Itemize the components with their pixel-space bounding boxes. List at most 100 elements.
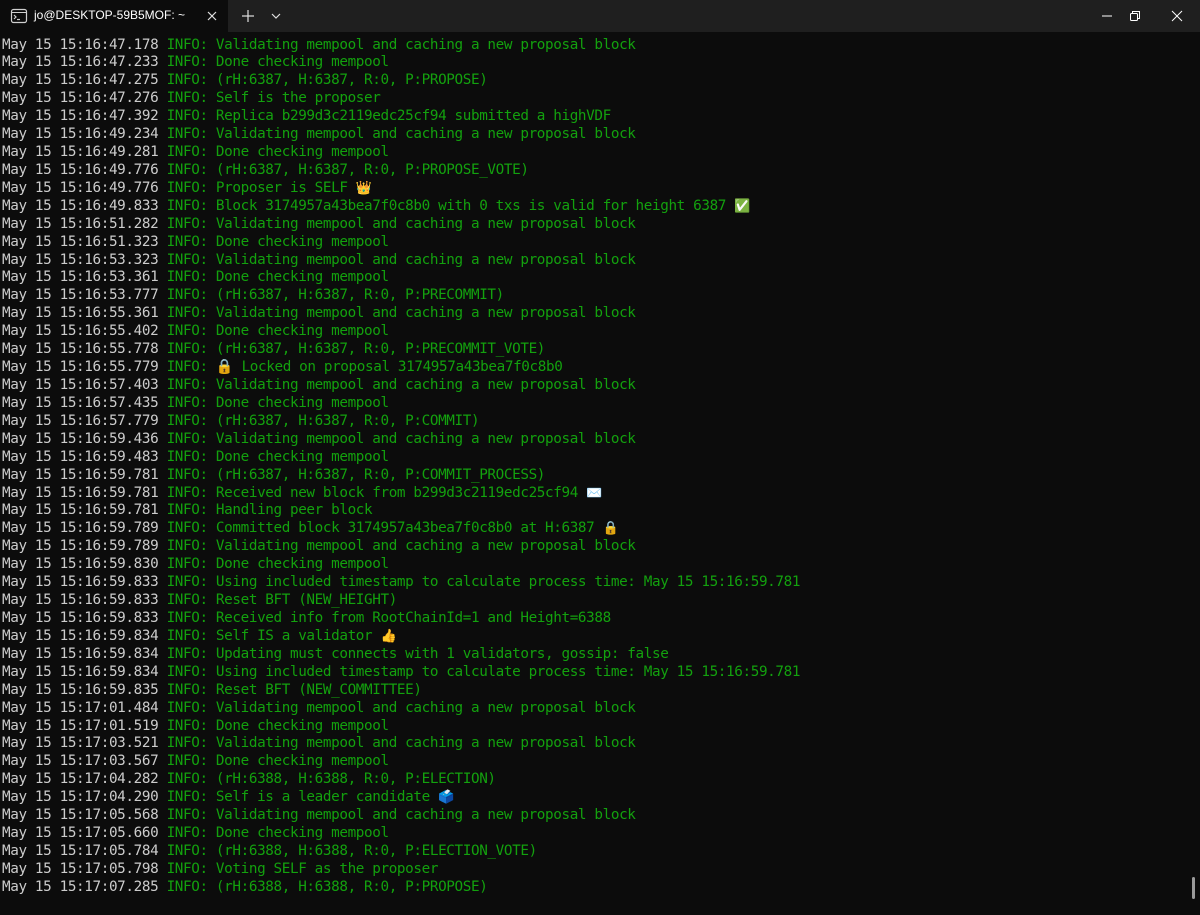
log-emoji-icon: 🔒: [602, 521, 619, 537]
log-timestamp: May 15 15:16:49.833: [2, 197, 159, 214]
log-timestamp: May 15 15:16:59.834: [2, 645, 159, 662]
log-message: INFO: Done checking mempool: [166, 233, 390, 250]
log-line: May 15 15:16:49.776 INFO: (rH:6387, H:63…: [2, 162, 1188, 180]
log-line: May 15 15:16:55.402 INFO: Done checking …: [2, 323, 1188, 341]
log-line: May 15 15:17:03.567 INFO: Done checking …: [2, 753, 1188, 771]
terminal-output[interactable]: May 15 15:16:47.178 INFO: Validating mem…: [2, 37, 1188, 897]
log-timestamp: May 15 15:16:53.361: [2, 269, 159, 286]
log-line: May 15 15:17:05.784 INFO: (rH:6388, H:63…: [2, 843, 1188, 861]
log-timestamp: May 15 15:17:05.784: [2, 842, 159, 859]
log-line: May 15 15:16:59.781 INFO: Handling peer …: [2, 502, 1188, 520]
log-timestamp: May 15 15:16:49.776: [2, 179, 159, 196]
log-message: INFO: (rH:6388, H:6388, R:0, P:ELECTION): [166, 771, 496, 788]
log-line: May 15 15:16:59.483 INFO: Done checking …: [2, 449, 1188, 467]
log-timestamp: May 15 15:16:55.361: [2, 305, 159, 322]
log-message: INFO: (rH:6387, H:6387, R:0, P:COMMIT): [166, 412, 480, 429]
log-message: INFO: (rH:6387, H:6387, R:0, P:PROPOSE): [166, 72, 488, 89]
log-timestamp: May 15 15:16:53.323: [2, 251, 159, 268]
log-timestamp: May 15 15:16:59.833: [2, 592, 159, 609]
log-message: INFO: Validating mempool and caching a n…: [166, 430, 636, 447]
log-message: INFO: Done checking mempool: [166, 717, 390, 734]
log-message: INFO: Done checking mempool: [166, 556, 390, 573]
log-message: INFO: Reset BFT (NEW_HEIGHT): [166, 592, 398, 609]
log-line: May 15 15:16:59.833 INFO: Reset BFT (NEW…: [2, 592, 1188, 610]
log-message: INFO: Validating mempool and caching a n…: [166, 36, 636, 53]
log-timestamp: May 15 15:16:47.392: [2, 108, 159, 125]
log-line: May 15 15:16:55.778 INFO: (rH:6387, H:63…: [2, 341, 1188, 359]
log-emoji-icon: ✅: [734, 198, 751, 214]
log-line: May 15 15:16:55.779 INFO: 🔒 Locked on pr…: [2, 359, 1188, 377]
log-message: INFO: Done checking mempool: [166, 269, 390, 286]
log-message: INFO: Block 3174957a43bea7f0c8b0 with 0 …: [166, 197, 735, 214]
log-message: INFO: Reset BFT (NEW_COMMITTEE): [166, 681, 422, 698]
log-line: May 15 15:17:01.519 INFO: Done checking …: [2, 718, 1188, 736]
log-message: INFO: Validating mempool and caching a n…: [166, 377, 636, 394]
log-message: INFO: Validating mempool and caching a n…: [166, 735, 636, 752]
log-line: May 15 15:16:53.323 INFO: Validating mem…: [2, 252, 1188, 270]
log-line: May 15 15:16:47.276 INFO: Self is the pr…: [2, 90, 1188, 108]
log-line: May 15 15:16:59.833 INFO: Using included…: [2, 574, 1188, 592]
log-line: May 15 15:17:04.282 INFO: (rH:6388, H:63…: [2, 771, 1188, 789]
minimize-icon: [1102, 15, 1112, 17]
log-timestamp: May 15 15:16:59.830: [2, 556, 159, 573]
log-line: May 15 15:16:49.833 INFO: Block 3174957a…: [2, 198, 1188, 216]
log-timestamp: May 15 15:17:07.285: [2, 878, 159, 895]
log-message: INFO: Self IS a validator: [166, 627, 381, 644]
log-message: INFO: Self is a leader candidate: [166, 789, 439, 806]
log-timestamp: May 15 15:17:05.660: [2, 825, 159, 842]
log-line: May 15 15:16:57.435 INFO: Done checking …: [2, 395, 1188, 413]
log-line: May 15 15:16:51.282 INFO: Validating mem…: [2, 216, 1188, 234]
log-line: May 15 15:16:55.361 INFO: Validating mem…: [2, 305, 1188, 323]
profile-dropdown-button[interactable]: [264, 0, 288, 32]
log-line: May 15 15:17:07.285 INFO: (rH:6388, H:63…: [2, 879, 1188, 897]
log-message: INFO: Done checking mempool: [166, 825, 390, 842]
scrollbar-thumb[interactable]: [1192, 877, 1195, 899]
new-tab-button[interactable]: [234, 0, 262, 32]
log-line: May 15 15:17:04.290 INFO: Self is a lead…: [2, 789, 1188, 807]
log-message: INFO: (rH:6387, H:6387, R:0, P:PRECOMMIT…: [166, 341, 546, 358]
log-timestamp: May 15 15:16:59.781: [2, 502, 159, 519]
log-timestamp: May 15 15:16:55.779: [2, 359, 159, 376]
log-message: INFO: Done checking mempool: [166, 753, 390, 770]
log-line: May 15 15:17:03.521 INFO: Validating mem…: [2, 735, 1188, 753]
log-line: May 15 15:16:53.361 INFO: Done checking …: [2, 269, 1188, 287]
log-line: May 15 15:16:59.781 INFO: (rH:6387, H:63…: [2, 467, 1188, 485]
log-message: INFO: Validating mempool and caching a n…: [166, 538, 636, 555]
log-line: May 15 15:16:57.403 INFO: Validating mem…: [2, 377, 1188, 395]
log-timestamp: May 15 15:17:05.568: [2, 807, 159, 824]
log-emoji-icon: 👍: [380, 628, 397, 644]
log-timestamp: May 15 15:16:59.436: [2, 430, 159, 447]
terminal-tab[interactable]: jo@DESKTOP-59B5MOF: ~: [0, 0, 228, 32]
log-line: May 15 15:16:59.789 INFO: Committed bloc…: [2, 520, 1188, 538]
log-timestamp: May 15 15:16:53.777: [2, 287, 159, 304]
log-message: INFO: Handling peer block: [166, 502, 373, 519]
close-button[interactable]: [1154, 0, 1200, 32]
log-timestamp: May 15 15:17:03.567: [2, 753, 159, 770]
log-line: May 15 15:16:47.233 INFO: Done checking …: [2, 54, 1188, 72]
log-message: INFO: Replica b299d3c2119edc25cf94 submi…: [166, 108, 612, 125]
log-timestamp: May 15 15:16:51.323: [2, 233, 159, 250]
log-line: May 15 15:16:57.779 INFO: (rH:6387, H:63…: [2, 413, 1188, 431]
log-message: INFO: Done checking mempool: [166, 448, 390, 465]
log-line: May 15 15:16:47.178 INFO: Validating mem…: [2, 37, 1188, 55]
restore-icon: [1130, 11, 1140, 21]
restore-button[interactable]: [1116, 0, 1154, 32]
log-timestamp: May 15 15:16:57.779: [2, 412, 159, 429]
log-line: May 15 15:17:05.660 INFO: Done checking …: [2, 825, 1188, 843]
log-timestamp: May 15 15:16:55.402: [2, 323, 159, 340]
log-timestamp: May 15 15:16:59.483: [2, 448, 159, 465]
log-message: INFO: 🔒 Locked on proposal 3174957a43bea…: [166, 359, 563, 376]
log-line: May 15 15:16:51.323 INFO: Done checking …: [2, 234, 1188, 252]
plus-icon: [242, 10, 254, 22]
log-message: INFO: (rH:6388, H:6388, R:0, P:PROPOSE): [166, 878, 488, 895]
tab-close-icon[interactable]: [204, 8, 220, 24]
log-emoji-icon: 🗳️: [438, 790, 455, 806]
log-timestamp: May 15 15:16:49.234: [2, 126, 159, 143]
log-line: May 15 15:16:47.275 INFO: (rH:6387, H:63…: [2, 72, 1188, 90]
log-message: INFO: Validating mempool and caching a n…: [166, 126, 636, 143]
log-line: May 15 15:16:59.835 INFO: Reset BFT (NEW…: [2, 682, 1188, 700]
log-message: INFO: Using included timestamp to calcul…: [166, 574, 801, 591]
log-line: May 15 15:16:49.234 INFO: Validating mem…: [2, 126, 1188, 144]
log-timestamp: May 15 15:16:59.835: [2, 681, 159, 698]
log-emoji-icon: 👑: [355, 180, 372, 196]
